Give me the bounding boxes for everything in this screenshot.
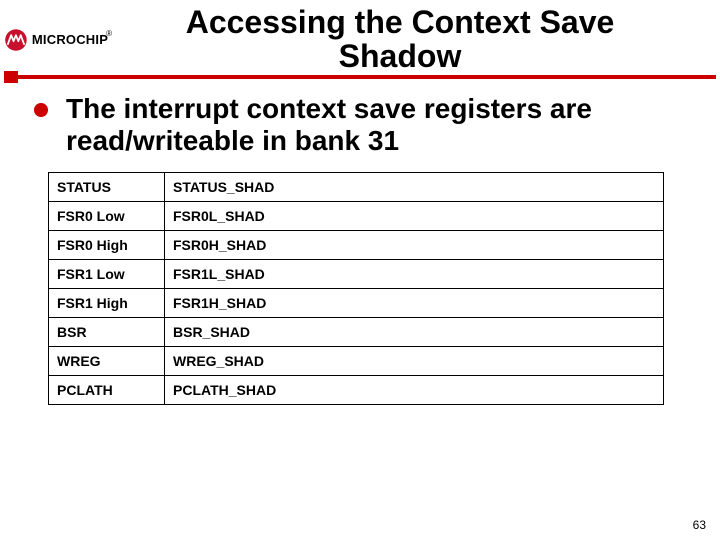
shadow-register-cell: BSR_SHAD [165, 317, 664, 346]
title-divider [4, 75, 716, 79]
shadow-register-cell: WREG_SHAD [165, 346, 664, 375]
shadow-register-cell: STATUS_SHAD [165, 172, 664, 201]
bullet-icon [34, 103, 48, 117]
brand-logo: MICROCHIP® [4, 23, 114, 57]
register-name-cell: PCLATH [49, 375, 165, 404]
register-name-cell: WREG [49, 346, 165, 375]
table-row: FSR1 HighFSR1H_SHAD [49, 288, 664, 317]
table-row: FSR0 LowFSR0L_SHAD [49, 201, 664, 230]
reg-symbol: ® [106, 29, 112, 38]
brand-text: MICROCHIP [32, 32, 108, 47]
table-row: WREGWREG_SHAD [49, 346, 664, 375]
table-row: PCLATHPCLATH_SHAD [49, 375, 664, 404]
slide-header: MICROCHIP® Accessing the Context Save Sh… [0, 0, 720, 73]
shadow-register-cell: PCLATH_SHAD [165, 375, 664, 404]
register-name-cell: FSR0 High [49, 230, 165, 259]
brand-name: MICROCHIP® [32, 31, 114, 49]
page-number: 63 [693, 518, 706, 532]
title-line-2: Shadow [114, 40, 686, 74]
table-row: FSR0 HighFSR0H_SHAD [49, 230, 664, 259]
registers-table: STATUSSTATUS_SHADFSR0 LowFSR0L_SHADFSR0 … [48, 172, 664, 405]
table-row: FSR1 LowFSR1L_SHAD [49, 259, 664, 288]
shadow-register-cell: FSR1H_SHAD [165, 288, 664, 317]
register-name-cell: BSR [49, 317, 165, 346]
bullet-item: The interrupt context save registers are… [34, 93, 690, 156]
register-name-cell: FSR0 Low [49, 201, 165, 230]
bullet-text: The interrupt context save registers are… [66, 93, 690, 156]
slide-content: The interrupt context save registers are… [0, 79, 720, 405]
register-name-cell: STATUS [49, 172, 165, 201]
title-line-1: Accessing the Context Save [114, 6, 686, 40]
register-name-cell: FSR1 Low [49, 259, 165, 288]
shadow-register-cell: FSR1L_SHAD [165, 259, 664, 288]
table-row: BSRBSR_SHAD [49, 317, 664, 346]
logo-icon [4, 23, 28, 57]
register-name-cell: FSR1 High [49, 288, 165, 317]
table-row: STATUSSTATUS_SHAD [49, 172, 664, 201]
title-divider-wrap [0, 75, 720, 79]
slide-title: Accessing the Context Save Shadow [114, 6, 716, 73]
shadow-register-cell: FSR0L_SHAD [165, 201, 664, 230]
shadow-register-cell: FSR0H_SHAD [165, 230, 664, 259]
